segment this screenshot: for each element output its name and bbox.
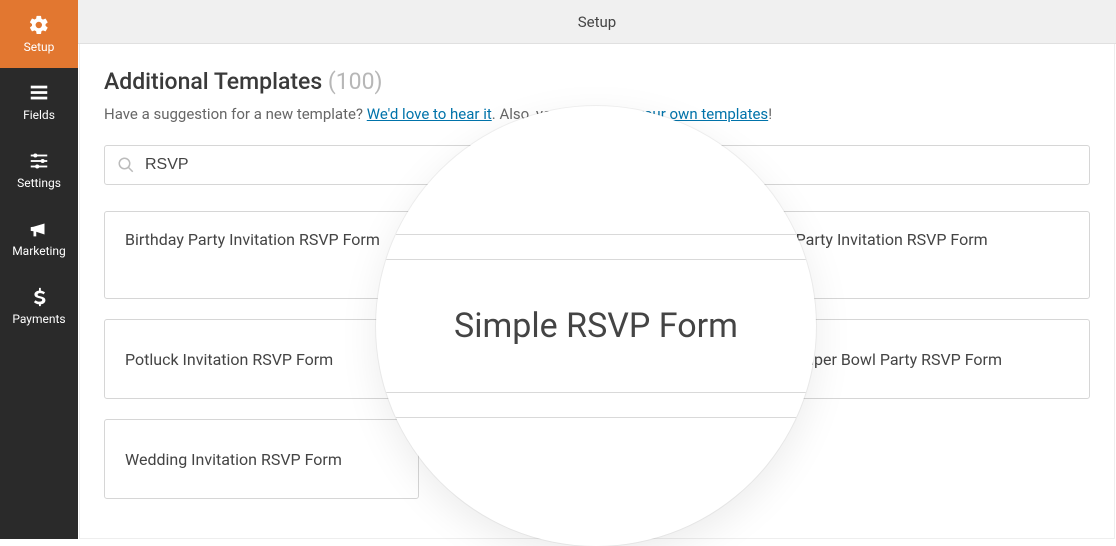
sidebar-item-marketing[interactable]: Marketing	[0, 204, 78, 272]
template-card[interactable]: Super Bowl Party RSVP Form	[775, 319, 1090, 399]
page-title: Setup	[578, 13, 616, 31]
section-heading: Additional Templates	[104, 68, 328, 95]
gear-icon	[28, 14, 50, 36]
magnifier-overlay: Simple RSVP Form	[376, 106, 816, 546]
template-name: Super Bowl Party RSVP Form	[796, 350, 1002, 369]
list-icon	[28, 82, 50, 104]
template-card[interactable]: Potluck Invitation RSVP Form	[104, 319, 419, 399]
template-card[interactable]: Party Invitation RSVP Form	[775, 211, 1090, 299]
heading-row: Additional Templates (100)	[104, 68, 1090, 95]
sidebar-item-label: Setup	[24, 40, 55, 54]
sub-text: Have a suggestion for a new template?	[104, 105, 367, 123]
topbar: Setup	[78, 0, 1116, 44]
sidebar-item-fields[interactable]: Fields	[0, 68, 78, 136]
bullhorn-icon	[28, 218, 50, 240]
template-name: Party Invitation RSVP Form	[796, 230, 988, 249]
sidebar-item-label: Fields	[23, 108, 55, 122]
sidebar: Setup Fields Settings Marketing Payments	[0, 0, 78, 539]
template-name: Birthday Party Invitation RSVP Form	[125, 230, 380, 249]
magnifier-featured-text: Simple RSVP Form	[454, 306, 738, 346]
sidebar-item-label: Marketing	[12, 244, 66, 258]
sidebar-item-setup[interactable]: Setup	[0, 0, 78, 68]
sidebar-item-settings[interactable]: Settings	[0, 136, 78, 204]
sliders-icon	[28, 150, 50, 172]
sidebar-item-label: Payments	[12, 312, 65, 326]
search-icon	[117, 156, 135, 174]
dollar-icon	[28, 286, 50, 308]
suggestion-link[interactable]: We'd love to hear it	[367, 105, 492, 123]
sub-text: !	[768, 105, 772, 123]
heading-count: (100)	[328, 68, 383, 95]
template-card[interactable]: Wedding Invitation RSVP Form	[104, 419, 419, 499]
template-name: Potluck Invitation RSVP Form	[125, 350, 333, 369]
magnifier-featured-row: Simple RSVP Form	[376, 259, 816, 393]
template-name: Wedding Invitation RSVP Form	[125, 450, 342, 469]
sidebar-item-payments[interactable]: Payments	[0, 272, 78, 340]
sidebar-item-label: Settings	[17, 176, 61, 190]
template-card[interactable]: Birthday Party Invitation RSVP Form	[104, 211, 419, 299]
